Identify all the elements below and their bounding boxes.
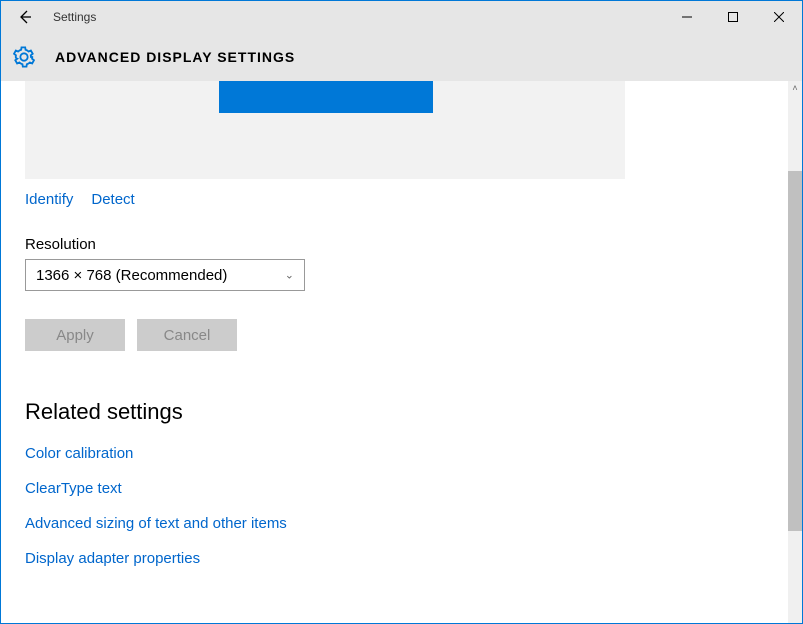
maximize-button[interactable] [710, 1, 756, 33]
identify-link[interactable]: Identify [25, 191, 73, 208]
monitor-thumbnail[interactable] [219, 81, 433, 113]
back-arrow-icon [17, 9, 33, 25]
maximize-icon [728, 12, 738, 22]
titlebar: Settings [1, 1, 802, 33]
cancel-button[interactable]: Cancel [137, 319, 237, 351]
action-buttons: Apply Cancel [25, 319, 778, 351]
related-settings-heading: Related settings [25, 399, 778, 425]
resolution-dropdown[interactable]: 1366 × 768 (Recommended) ⌄ [25, 259, 305, 291]
display-actions: Identify Detect [25, 191, 778, 208]
window-title: Settings [53, 10, 96, 24]
close-button[interactable] [756, 1, 802, 33]
content: Identify Detect Resolution 1366 × 768 (R… [1, 81, 802, 623]
minimize-icon [682, 12, 692, 22]
advanced-sizing-link[interactable]: Advanced sizing of text and other items [25, 515, 778, 532]
window-controls [664, 1, 802, 33]
gear-icon [13, 46, 35, 68]
resolution-label: Resolution [25, 236, 778, 253]
cleartype-text-link[interactable]: ClearType text [25, 480, 778, 497]
apply-button[interactable]: Apply [25, 319, 125, 351]
page-header: ADVANCED DISPLAY SETTINGS [1, 33, 802, 81]
minimize-button[interactable] [664, 1, 710, 33]
close-icon [774, 12, 784, 22]
color-calibration-link[interactable]: Color calibration [25, 445, 778, 462]
resolution-selected: 1366 × 768 (Recommended) [36, 267, 227, 284]
display-adapter-properties-link[interactable]: Display adapter properties [25, 550, 778, 567]
back-button[interactable] [9, 1, 41, 33]
detect-link[interactable]: Detect [91, 191, 134, 208]
display-preview [25, 81, 625, 179]
page-title: ADVANCED DISPLAY SETTINGS [55, 49, 295, 65]
chevron-down-icon: ⌄ [285, 269, 294, 282]
